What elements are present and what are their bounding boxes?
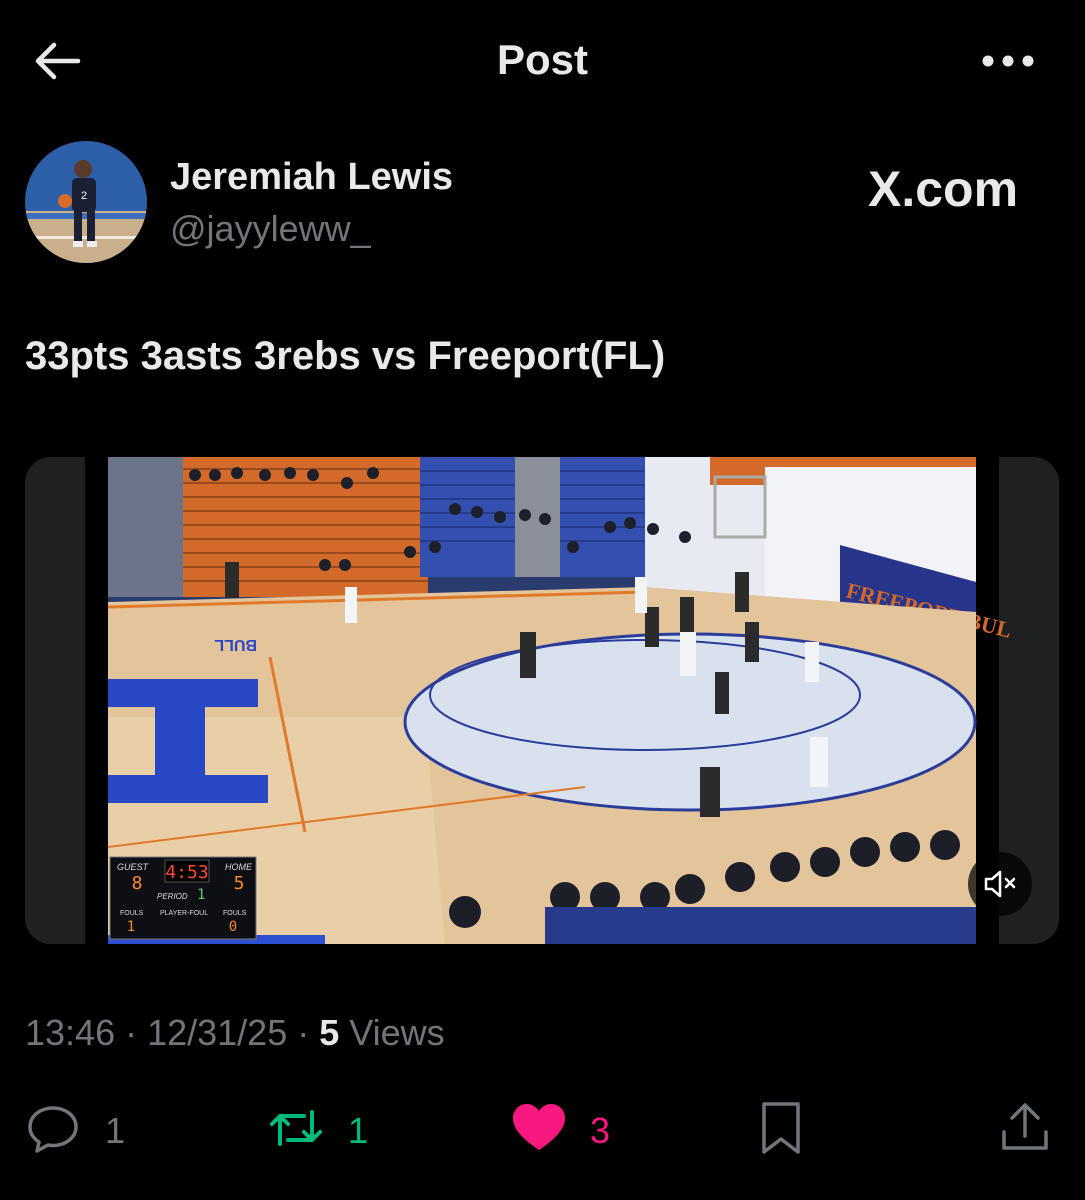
mute-icon bbox=[984, 870, 1016, 898]
scoreboard-guest-score: 8 bbox=[132, 873, 143, 894]
repost-icon bbox=[270, 1110, 322, 1146]
court-text: BULL bbox=[214, 636, 257, 653]
author-name[interactable]: Jeremiah Lewis bbox=[170, 156, 453, 199]
post-time: 13:46 bbox=[25, 1012, 116, 1053]
scoreboard-player-foul-label: PLAYER-FOUL bbox=[160, 910, 208, 917]
like-button[interactable]: 3 bbox=[511, 1098, 621, 1158]
views-count: 5 bbox=[319, 1012, 340, 1053]
mute-button[interactable] bbox=[968, 852, 1032, 916]
repost-count: 1 bbox=[348, 1110, 369, 1151]
more-options-button[interactable] bbox=[978, 40, 1038, 82]
scoreboard-clock: 4:53 bbox=[165, 862, 208, 883]
repost-button[interactable]: 1 bbox=[266, 1098, 376, 1158]
scoreboard-fouls-label-left: FOULS bbox=[120, 910, 144, 917]
post-text: 33pts 3asts 3rebs vs Freeport(FL) bbox=[25, 334, 666, 378]
reply-count: 1 bbox=[105, 1110, 126, 1151]
author-handle[interactable]: @jayyleww_ bbox=[170, 208, 371, 250]
scoreboard-guest-label: GUEST bbox=[117, 862, 150, 872]
reply-button[interactable]: 1 bbox=[25, 1098, 135, 1158]
video-frame: FREEPORT BUL BULL GUEST HOME 4:53 8 5 PE… bbox=[25, 457, 1059, 944]
page-title: Post bbox=[496, 36, 588, 83]
post-meta: 13:46 · 12/31/25 · 5 Views bbox=[25, 1012, 445, 1053]
bookmark-button[interactable] bbox=[758, 1098, 808, 1158]
like-count: 3 bbox=[590, 1110, 611, 1151]
reply-icon bbox=[28, 1106, 78, 1153]
svg-text:2: 2 bbox=[81, 190, 87, 202]
avatar[interactable]: 2 bbox=[25, 141, 147, 263]
post-date: 12/31/25 bbox=[147, 1012, 288, 1053]
scoreboard-period-label: PERIOD bbox=[157, 892, 188, 901]
more-icon bbox=[982, 55, 1034, 67]
scoreboard-fouls-right: 0 bbox=[229, 919, 237, 935]
scoreboard-home-label: HOME bbox=[225, 862, 253, 872]
share-icon bbox=[1002, 1103, 1048, 1150]
bookmark-icon bbox=[762, 1102, 800, 1154]
scoreboard-period: 1 bbox=[197, 887, 205, 903]
scoreboard-fouls-left: 1 bbox=[127, 919, 135, 935]
heart-icon bbox=[513, 1104, 565, 1150]
scoreboard-fouls-label-right: FOULS bbox=[223, 910, 247, 917]
share-button[interactable] bbox=[998, 1098, 1052, 1158]
x-watermark: X.com bbox=[868, 161, 1019, 217]
scoreboard-home-score: 5 bbox=[234, 873, 245, 894]
views-label: Views bbox=[349, 1012, 445, 1053]
video-player[interactable]: FREEPORT BUL BULL GUEST HOME 4:53 8 5 PE… bbox=[25, 457, 1059, 944]
